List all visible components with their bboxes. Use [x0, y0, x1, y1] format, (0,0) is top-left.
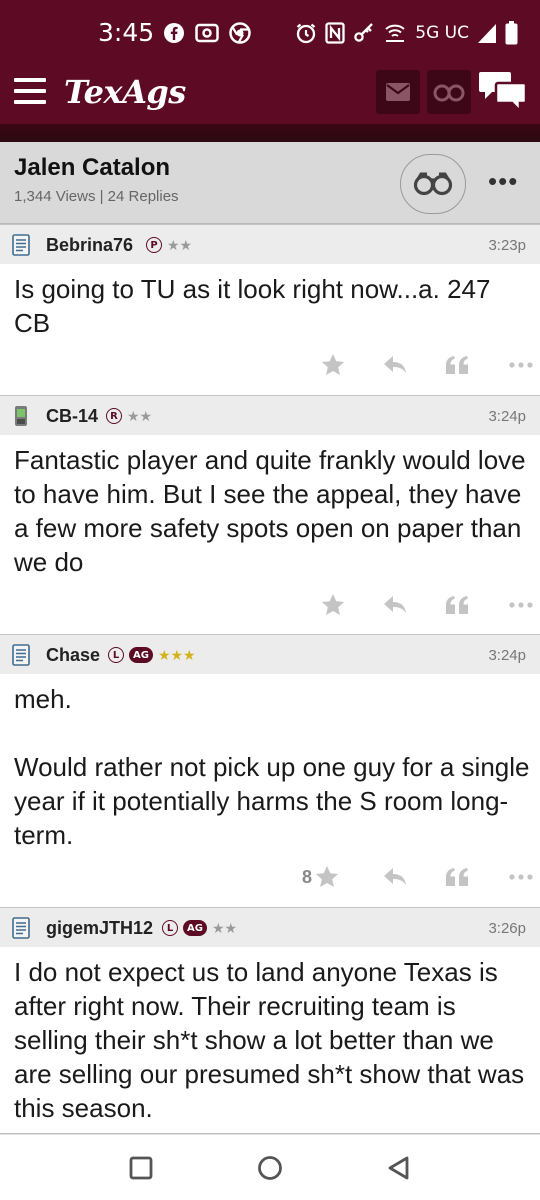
reply-icon: [384, 596, 406, 613]
wifi-calling-icon: [385, 24, 405, 42]
quote-button[interactable]: [444, 350, 470, 380]
star-icon: [321, 594, 345, 615]
follow-thread-button[interactable]: [400, 154, 466, 214]
post-body: I do not expect us to land anyone Texas …: [14, 957, 525, 1123]
user-badge: R: [106, 408, 122, 424]
header-divider: [0, 124, 540, 142]
status-bar: 3:45 5G UC: [0, 0, 540, 62]
reply-icon: [384, 868, 406, 885]
quote-button[interactable]: [444, 862, 470, 892]
post-time: 3:26p: [488, 920, 526, 937]
post-actions: [280, 350, 540, 380]
post-actions: [280, 590, 540, 620]
quote-icon: [446, 356, 468, 374]
post-header: CB-14 R ★★ 3:24p: [0, 395, 540, 435]
mail-button[interactable]: [376, 70, 420, 114]
thread-title: Jalen Catalon: [14, 154, 171, 181]
more-icon: [509, 602, 533, 608]
nfc-icon: [325, 22, 345, 44]
battery-icon: [505, 21, 518, 45]
app-bar: TexAgs: [0, 62, 540, 124]
system-nav-bar: [0, 1134, 540, 1200]
user-badges: R ★★: [106, 406, 152, 426]
desktop-device-icon: [12, 917, 30, 939]
post-more-button[interactable]: [508, 590, 534, 620]
reply-button[interactable]: [382, 590, 408, 620]
quote-icon: [446, 596, 468, 614]
post-header: Bebrina76 P ★★ 3:23p: [0, 224, 540, 264]
like-button[interactable]: [320, 590, 346, 620]
star-icon: [315, 866, 339, 887]
reply-button[interactable]: [382, 862, 408, 892]
post-username[interactable]: Bebrina76: [46, 235, 133, 256]
network-label: 5G UC: [415, 23, 469, 43]
user-rank-stars: ★★: [127, 407, 153, 424]
quote-icon: [446, 868, 468, 886]
key-icon: [354, 23, 374, 42]
like-button[interactable]: [320, 350, 346, 380]
desktop-device-icon: [12, 234, 30, 256]
post-username[interactable]: gigemJTH12: [46, 918, 153, 939]
thread-meta: 1,344 Views | 24 Replies: [14, 188, 179, 205]
post-time: 3:23p: [488, 237, 526, 254]
home-icon[interactable]: [257, 1155, 283, 1181]
user-badges: L AG ★★: [162, 918, 237, 938]
star-icon: [321, 354, 345, 375]
reply-icon: [384, 356, 406, 373]
texags-logo[interactable]: TexAgs: [64, 73, 186, 111]
recent-apps-icon[interactable]: [128, 1155, 154, 1181]
more-icon: [509, 874, 533, 880]
more-icon: [509, 362, 533, 368]
chat-icon[interactable]: [478, 68, 528, 114]
facebook-icon: [164, 23, 184, 43]
post-more-button[interactable]: [508, 350, 534, 380]
post-body: Fantastic player and quite frankly would…: [14, 445, 526, 577]
mail-icon: [386, 83, 410, 101]
post-body: Is going to TU as it look right now...a.…: [14, 274, 491, 338]
like-button[interactable]: 8: [302, 862, 340, 892]
back-icon[interactable]: [386, 1155, 412, 1181]
user-badges: L AG ★★★: [108, 645, 196, 665]
ag-badge: AG: [183, 920, 207, 936]
thread-more-button[interactable]: •••: [488, 166, 518, 197]
post-body: meh. Would rather not pick up one guy fo…: [14, 684, 530, 850]
post-header: Chase L AG ★★★ 3:24p: [0, 634, 540, 674]
post-time: 3:24p: [488, 647, 526, 664]
binoculars-icon: [413, 172, 453, 196]
post: gigemJTH12 L AG ★★ 3:26p I do not expect us t…: [0, 907, 540, 1134]
post-username[interactable]: CB-14: [46, 406, 98, 427]
reply-button[interactable]: [382, 350, 408, 380]
post-more-button[interactable]: [508, 862, 534, 892]
user-badges: P ★★: [146, 235, 192, 255]
binoculars-icon: [433, 84, 465, 102]
post: CB-14 R ★★ 3:24p Fantastic player and quite …: [0, 395, 540, 635]
post-username[interactable]: Chase: [46, 645, 100, 666]
post: Chase L AG ★★★ 3:24p meh. Would rather not pi…: [0, 634, 540, 908]
user-rank-stars: ★★: [167, 236, 193, 253]
user-badge: P: [146, 237, 162, 253]
post-actions: 8: [280, 862, 540, 892]
user-rank-stars: ★★★: [157, 646, 196, 663]
signal-icon: [478, 24, 496, 43]
watch-button[interactable]: [427, 70, 471, 114]
alarm-icon: [297, 23, 316, 44]
status-time: 3:45: [98, 18, 155, 47]
mobile-device-icon: [15, 406, 27, 426]
post: Bebrina76 P ★★ 3:23p Is going to TU as it lo…: [0, 224, 540, 396]
quote-button[interactable]: [444, 590, 470, 620]
like-count: 8: [302, 866, 313, 887]
user-badge: L: [162, 920, 178, 936]
desktop-device-icon: [12, 644, 30, 666]
camera-icon: [195, 23, 219, 43]
ag-badge: AG: [129, 647, 153, 663]
post-time: 3:24p: [488, 408, 526, 425]
thread-header: Jalen Catalon 1,344 Views | 24 Replies •…: [0, 142, 540, 224]
user-badge: L: [108, 647, 124, 663]
menu-icon[interactable]: [14, 78, 46, 104]
chrome-icon: [229, 22, 251, 44]
user-rank-stars: ★★: [211, 919, 238, 936]
post-header: gigemJTH12 L AG ★★ 3:26p: [0, 907, 540, 947]
